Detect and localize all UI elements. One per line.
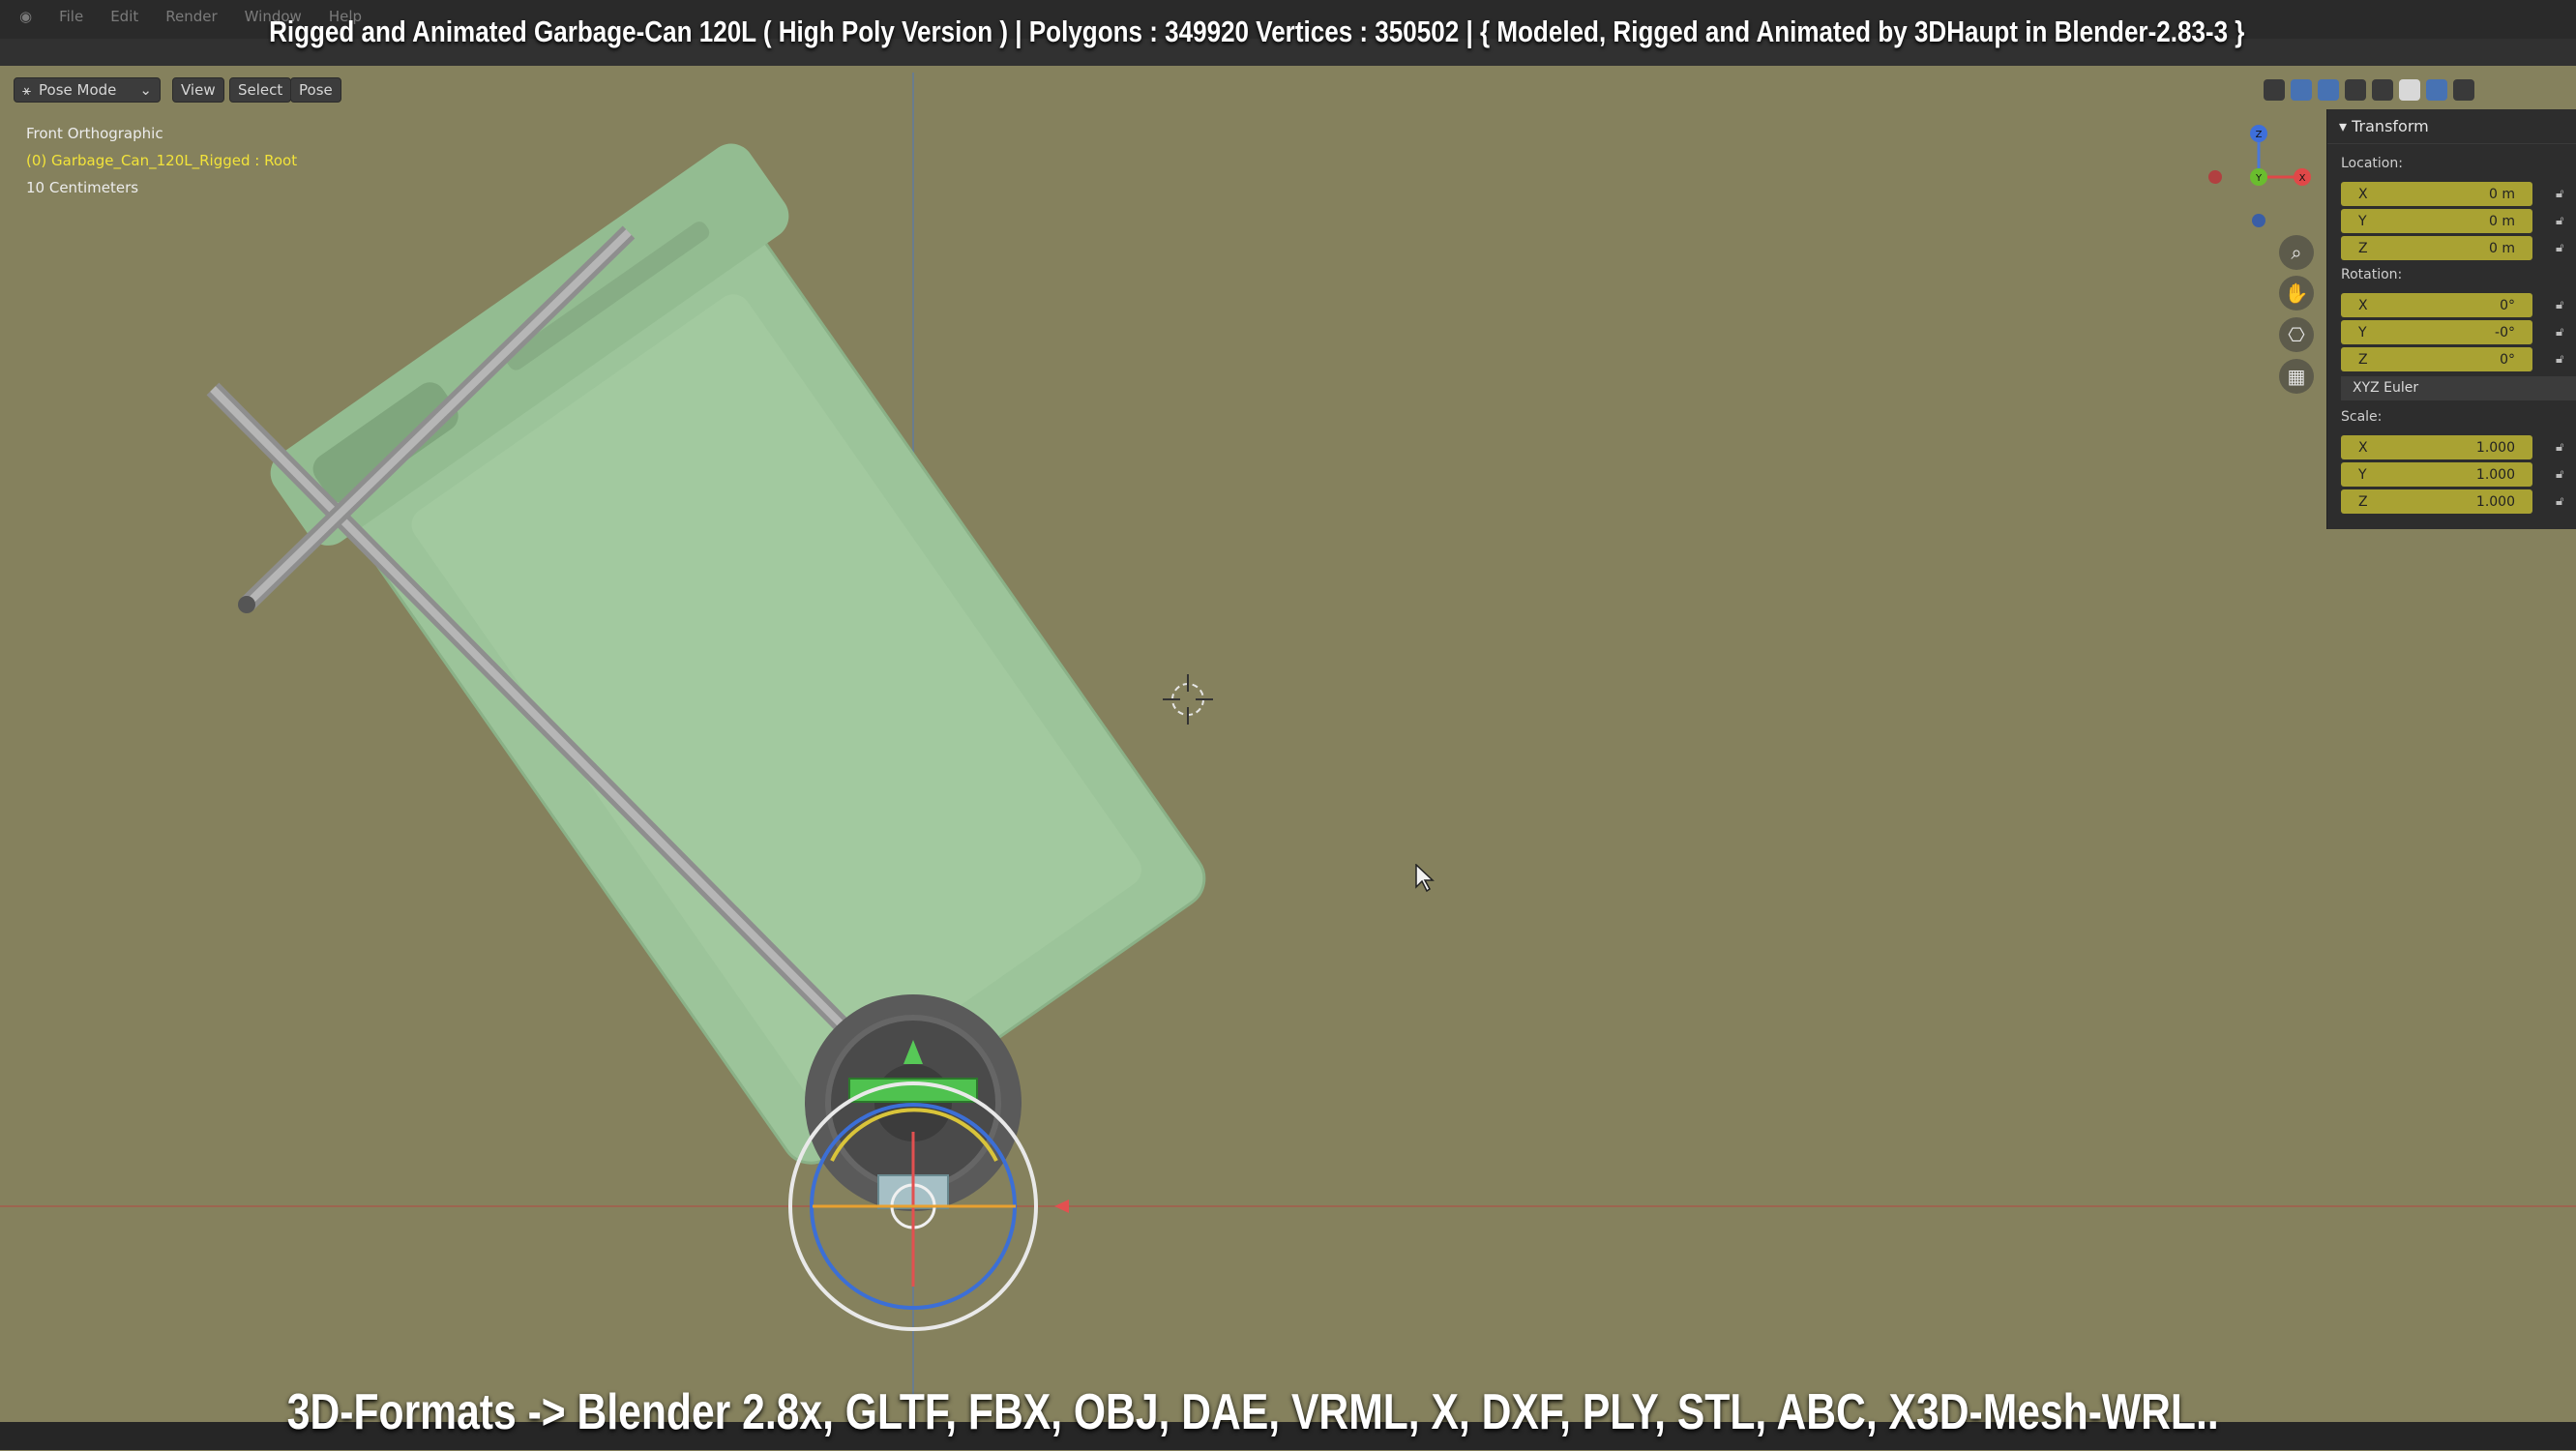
location-z-axis: Z	[2358, 240, 2368, 256]
svg-text:X: X	[2299, 173, 2306, 184]
rendered-shading-icon[interactable]	[2453, 79, 2474, 101]
lock-icon[interactable]: 🔓︎	[2556, 440, 2571, 456]
rotation-z-axis: Z	[2358, 351, 2368, 368]
mouse-pointer-icon	[1415, 864, 1435, 893]
scale-x-field[interactable]: X 1.000	[2341, 435, 2532, 459]
view-menu[interactable]: View	[172, 77, 224, 103]
title-overlay: Rigged and Animated Garbage-Can 120L ( H…	[269, 15, 2245, 48]
chevron-down-icon: ⌄	[139, 81, 152, 99]
navigation-gizmo[interactable]: Z Y X	[2206, 116, 2312, 232]
zoom-icon[interactable]: ⌕	[2279, 235, 2314, 270]
rotation-mode-dropdown[interactable]: XYZ Euler	[2341, 376, 2576, 400]
select-menu[interactable]: Select	[229, 77, 292, 103]
scale-z-value: 1.000	[2475, 493, 2515, 510]
view-projection: Front Orthographic	[26, 125, 163, 142]
pose-menu[interactable]: Pose	[290, 77, 341, 103]
rotation-y-value: -0°	[2495, 324, 2515, 341]
rotation-z-value: 0°	[2500, 351, 2515, 368]
lock-icon[interactable]: 🔓︎	[2556, 467, 2571, 483]
scale-y-axis: Y	[2358, 466, 2367, 483]
location-y-field[interactable]: Y 0 m	[2341, 209, 2532, 233]
lock-icon[interactable]: 🔓︎	[2556, 325, 2571, 341]
overlay-toggle-icon[interactable]	[2318, 79, 2339, 101]
wireframe-shading-icon[interactable]	[2372, 79, 2393, 101]
viewport-info: Front Orthographic (0) Garbage_Can_120L_…	[26, 120, 297, 201]
menu-file[interactable]: File	[59, 8, 83, 25]
viewport-shading-controls	[2264, 77, 2474, 103]
axis-gizmo-icon: Z Y X	[2208, 125, 2311, 227]
menu-edit[interactable]: Edit	[110, 8, 138, 25]
scale-y-value: 1.000	[2475, 466, 2515, 483]
viewport-scene	[0, 73, 2576, 1422]
pan-hand-icon[interactable]: ✋	[2279, 276, 2314, 311]
camera-view-icon[interactable]: ⎔	[2279, 317, 2314, 352]
pose-mode-icon: ⚹	[22, 81, 32, 99]
scale-label: Scale:	[2341, 409, 2383, 425]
svg-text:Y: Y	[2255, 173, 2263, 184]
scale-y-field[interactable]: Y 1.000	[2341, 462, 2532, 487]
lock-icon[interactable]: 🔓︎	[2556, 187, 2571, 202]
location-x-value: 0 m	[2489, 186, 2515, 202]
3d-cursor	[1163, 674, 1213, 725]
transform-panel-header[interactable]: ▾ Transform	[2327, 109, 2576, 144]
location-label: Location:	[2341, 156, 2403, 171]
lock-icon[interactable]: 🔓︎	[2556, 298, 2571, 313]
bottom-caption: 3D-Formats -> Blender 2.8x, GLTF, FBX, O…	[286, 1384, 2219, 1440]
location-z-value: 0 m	[2489, 240, 2515, 256]
location-x-axis: X	[2358, 186, 2368, 202]
material-shading-icon[interactable]	[2426, 79, 2447, 101]
lock-icon[interactable]: 🔓︎	[2556, 352, 2571, 368]
grid-scale-label: 10 Centimeters	[26, 179, 139, 196]
transform-title: Transform	[2352, 117, 2429, 135]
visibility-icon[interactable]	[2264, 79, 2285, 101]
rotation-y-axis: Y	[2358, 324, 2367, 341]
scale-z-axis: Z	[2358, 493, 2368, 510]
lock-icon[interactable]: 🔓︎	[2556, 214, 2571, 229]
lock-icon[interactable]: 🔓︎	[2556, 494, 2571, 510]
rotation-z-field[interactable]: Z 0°	[2341, 347, 2532, 371]
active-object-label: (0) Garbage_Can_120L_Rigged : Root	[26, 152, 298, 169]
location-x-field[interactable]: X 0 m	[2341, 182, 2532, 206]
rotation-x-value: 0°	[2500, 297, 2515, 313]
scale-z-field[interactable]: Z 1.000	[2341, 489, 2532, 514]
solid-shading-icon[interactable]	[2399, 79, 2420, 101]
location-y-value: 0 m	[2489, 213, 2515, 229]
ortho-grid-icon[interactable]: ▦	[2279, 359, 2314, 394]
rotation-label: Rotation:	[2341, 267, 2403, 282]
garbage-can-model	[270, 143, 1206, 1165]
transform-panel: ▾ Transform Location: X 0 m 🔓︎ Y 0 m 🔓︎ Z 0…	[2326, 109, 2576, 529]
scale-x-axis: X	[2358, 439, 2368, 456]
collapse-arrow-icon: ▾	[2339, 117, 2353, 135]
location-y-axis: Y	[2358, 213, 2367, 229]
rotation-x-field[interactable]: X 0°	[2341, 293, 2532, 317]
rotation-y-field[interactable]: Y -0°	[2341, 320, 2532, 344]
rotation-x-axis: X	[2358, 297, 2368, 313]
scale-x-value: 1.000	[2475, 439, 2515, 456]
svg-text:Z: Z	[2256, 130, 2263, 140]
pose-mode-selector[interactable]: ⚹ Pose Mode ⌄	[14, 77, 161, 103]
blender-logo-icon[interactable]: ◉	[19, 8, 32, 25]
xray-toggle-icon[interactable]	[2345, 79, 2366, 101]
gizmo-toggle-icon[interactable]	[2291, 79, 2312, 101]
pose-mode-label: Pose Mode	[39, 81, 117, 99]
lock-icon[interactable]: 🔓︎	[2556, 241, 2571, 256]
location-z-field[interactable]: Z 0 m	[2341, 236, 2532, 260]
